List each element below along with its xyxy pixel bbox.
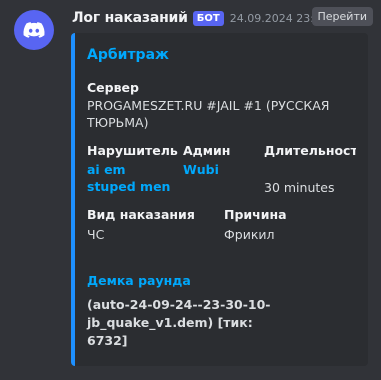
violator-link[interactable]: ai em stuped men [87,161,177,195]
author-name[interactable]: Лог наказаний [72,10,188,26]
duration-field-value: 30 minutes [264,180,335,195]
admin-link[interactable]: Wubi [183,161,219,178]
goto-button[interactable]: Перейти [311,7,373,26]
punishment-field-name: Вид наказания [87,207,195,222]
bot-avatar[interactable] [14,10,54,50]
server-field-value: PROGAMESZET.RU #JAIL #1 (РУССКАЯ ТЮРЬМА) [87,98,330,130]
violator-field-name: Нарушитель [87,143,178,158]
reason-field-value: Фрикил [224,227,275,242]
embed-title[interactable]: Арбитраж [87,47,169,63]
punishment-field-value: ЧС [87,227,105,242]
duration-field-name: Длительность [264,143,356,158]
discord-logo-icon [23,22,45,38]
reason-field-name: Причина [224,207,287,222]
demo-title: Демка раунда [87,273,191,288]
embed-card: Арбитраж Сервер PROGAMESZET.RU #JAIL #1 … [71,33,368,366]
bot-badge: БОТ [192,10,224,26]
admin-field-name: Админ [183,143,231,158]
demo-filename: (auto-24-09-24--23-30-10-jb_quake_v1.dem… [87,297,271,348]
server-field-name: Сервер [87,80,139,95]
